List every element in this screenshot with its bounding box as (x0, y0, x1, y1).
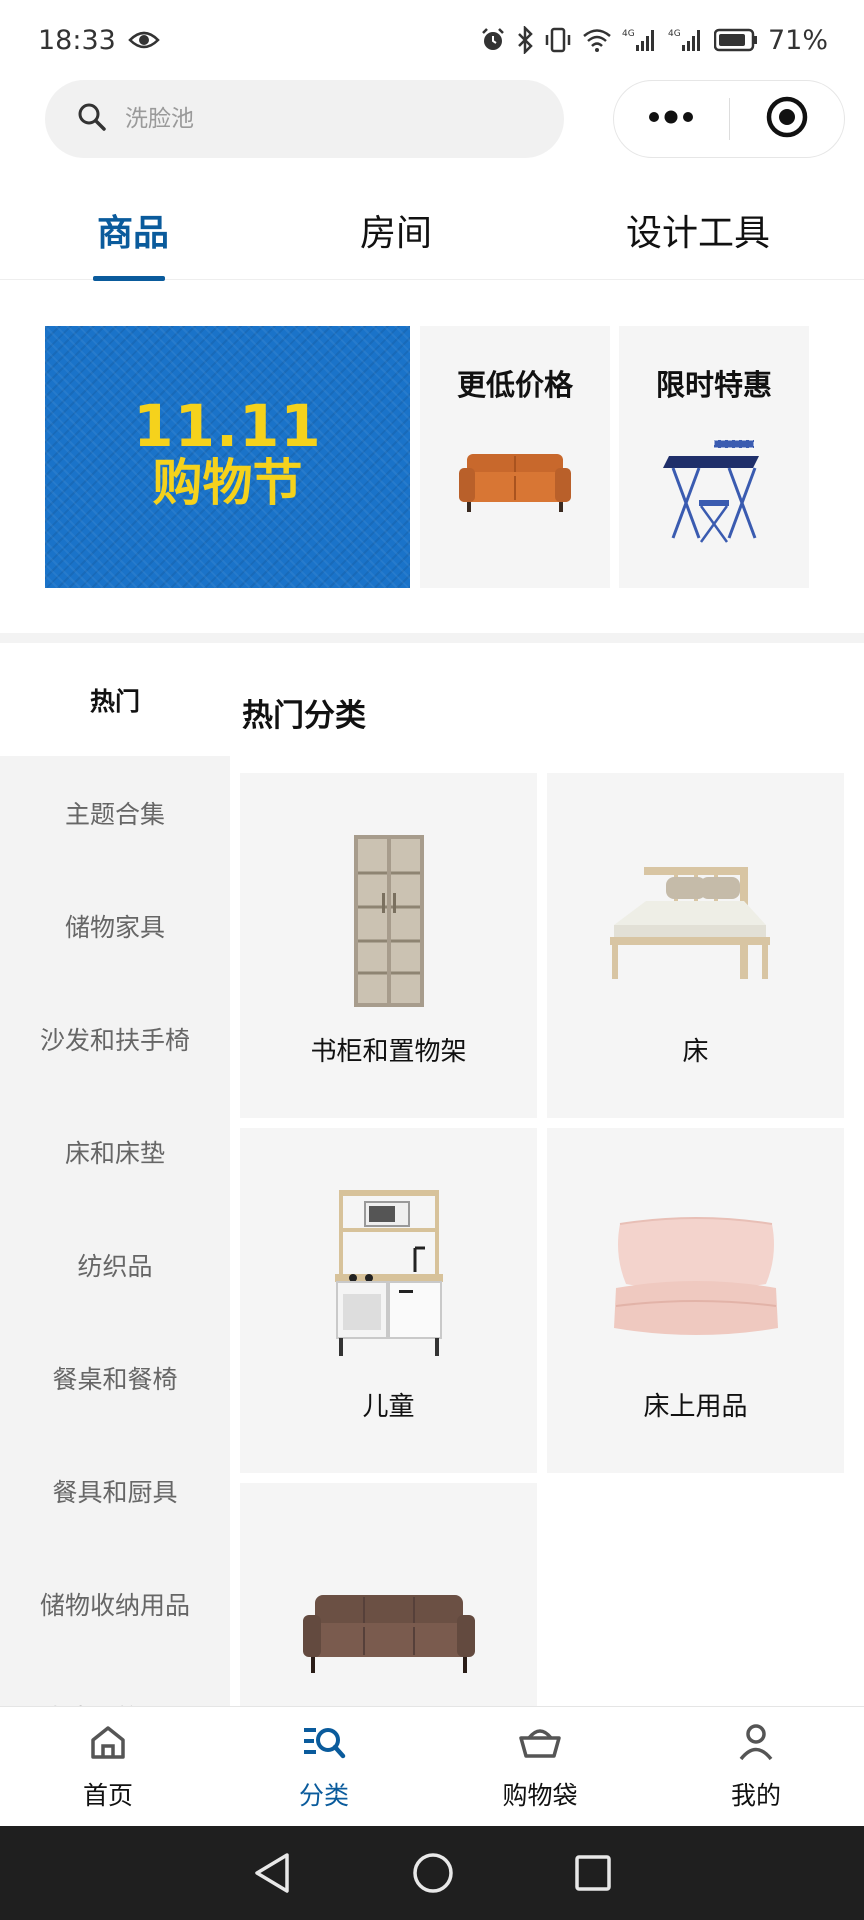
promo-card-title: 限时特惠 (655, 368, 772, 402)
sidebar-item-sofas[interactable]: 沙发和扶手椅 (0, 982, 230, 1095)
sofa-image (240, 1593, 537, 1677)
promo-banner-line2: 购物节 (152, 453, 303, 512)
tab-products[interactable]: 商品 (97, 180, 169, 280)
sidebar-item-textiles[interactable]: 纺织品 (0, 1208, 230, 1321)
sidebar-item-storage-supplies[interactable]: 储物收纳用品 (0, 1547, 230, 1660)
bottom-nav: 首页 分类 购物袋 我的 (0, 1706, 864, 1826)
tab-underline (93, 276, 165, 281)
status-bar: 18:33 4G 4G 71% (0, 0, 864, 80)
promo-card-lower-price[interactable]: 更低价格 (420, 326, 610, 588)
promo-card-title: 更低价格 (456, 368, 573, 402)
category-card-bedding[interactable]: 床上用品 (547, 1128, 844, 1473)
signal-4g-icon: 4G (622, 27, 658, 53)
section-title: 热门分类 (242, 698, 366, 734)
status-right: 4G 4G 71% (480, 25, 828, 56)
sidebar-item-cookware[interactable]: 餐具和厨具 (0, 1434, 230, 1547)
system-navigation-bar (0, 1826, 864, 1920)
category-card-children[interactable]: 儿童 (240, 1128, 537, 1473)
status-time: 18:33 (38, 24, 116, 56)
sidebar-item-dining[interactable]: 餐桌和餐椅 (0, 1321, 230, 1434)
promo-banner-1111[interactable]: 11.11 购物节 (45, 326, 410, 588)
nav-label: 我的 (730, 1781, 781, 1810)
more-menu-button[interactable] (614, 81, 729, 157)
wifi-icon (582, 28, 612, 52)
status-left: 18:33 (38, 25, 160, 56)
sofa-image (420, 446, 610, 516)
promo-banner-text: 11.11 购物节 (45, 396, 410, 509)
promo-card-limited-offer[interactable]: 限时特惠 (619, 326, 809, 588)
nav-home[interactable]: 首页 (48, 1707, 168, 1827)
more-dots-icon (646, 107, 696, 131)
nav-shopping-bag[interactable]: 购物袋 (480, 1707, 600, 1827)
sidebar-item-cleaning[interactable]: 清洁及整理工 (0, 1660, 230, 1707)
promo-banner-line1: 11.11 (133, 392, 322, 460)
alarm-icon (480, 27, 506, 53)
sidebar-item-beds[interactable]: 床和床垫 (0, 1095, 230, 1208)
camping-table-image (619, 438, 809, 548)
bluetooth-icon (516, 26, 534, 54)
section-divider (0, 633, 864, 643)
nav-categories[interactable]: 分类 (264, 1707, 384, 1827)
vibrate-icon (544, 26, 572, 54)
system-recents-button[interactable] (573, 1853, 613, 1893)
svg-text:4G: 4G (622, 29, 635, 39)
eye-icon (128, 29, 160, 51)
category-label: 床 (682, 1037, 709, 1067)
pillow-duvet-image (547, 1210, 844, 1350)
close-mini-program-button[interactable] (730, 81, 845, 157)
nav-profile[interactable]: 我的 (696, 1707, 816, 1827)
tab-rooms[interactable]: 房间 (360, 180, 432, 280)
person-icon (736, 1722, 776, 1768)
search-row (0, 80, 864, 180)
system-back-button[interactable] (251, 1851, 293, 1895)
category-card-beds[interactable]: 床 (547, 773, 844, 1118)
search-icon (77, 102, 107, 136)
battery-icon (713, 28, 758, 52)
sidebar-item-themes[interactable]: 主题合集 (0, 756, 230, 869)
sidebar-item-storage-furniture[interactable]: 储物家具 (0, 869, 230, 982)
category-sidebar: 热门 主题合集 储物家具 沙发和扶手椅 床和床垫 纺织品 餐桌和餐椅 餐具和厨具… (0, 643, 230, 1706)
category-label: 书柜和置物架 (310, 1037, 467, 1067)
system-home-button[interactable] (411, 1851, 455, 1895)
mini-program-capsule (613, 80, 845, 158)
toy-kitchen-image (240, 1188, 537, 1358)
bookcase-image (240, 833, 537, 1011)
category-label: 床上用品 (643, 1392, 748, 1422)
battery-percent: 71% (767, 24, 828, 56)
category-label: 儿童 (362, 1392, 415, 1422)
sidebar-item-hot[interactable]: 热门 (0, 643, 230, 756)
search-box[interactable] (45, 80, 564, 158)
target-circle-icon (765, 95, 809, 143)
bed-image (547, 863, 844, 983)
nav-label: 首页 (82, 1781, 133, 1810)
nav-label: 分类 (298, 1781, 349, 1810)
top-tabs: 商品 房间 设计工具 (0, 180, 864, 281)
svg-text:4G: 4G (668, 29, 681, 39)
signal-4g-icon: 4G (668, 27, 704, 53)
nav-label: 购物袋 (502, 1781, 578, 1810)
basket-icon (517, 1722, 563, 1768)
tab-design-tools[interactable]: 设计工具 (626, 180, 770, 280)
category-search-icon (302, 1722, 346, 1768)
home-icon (88, 1722, 128, 1768)
category-card-bookcases[interactable]: 书柜和置物架 (240, 773, 537, 1118)
search-input[interactable] (125, 106, 505, 132)
